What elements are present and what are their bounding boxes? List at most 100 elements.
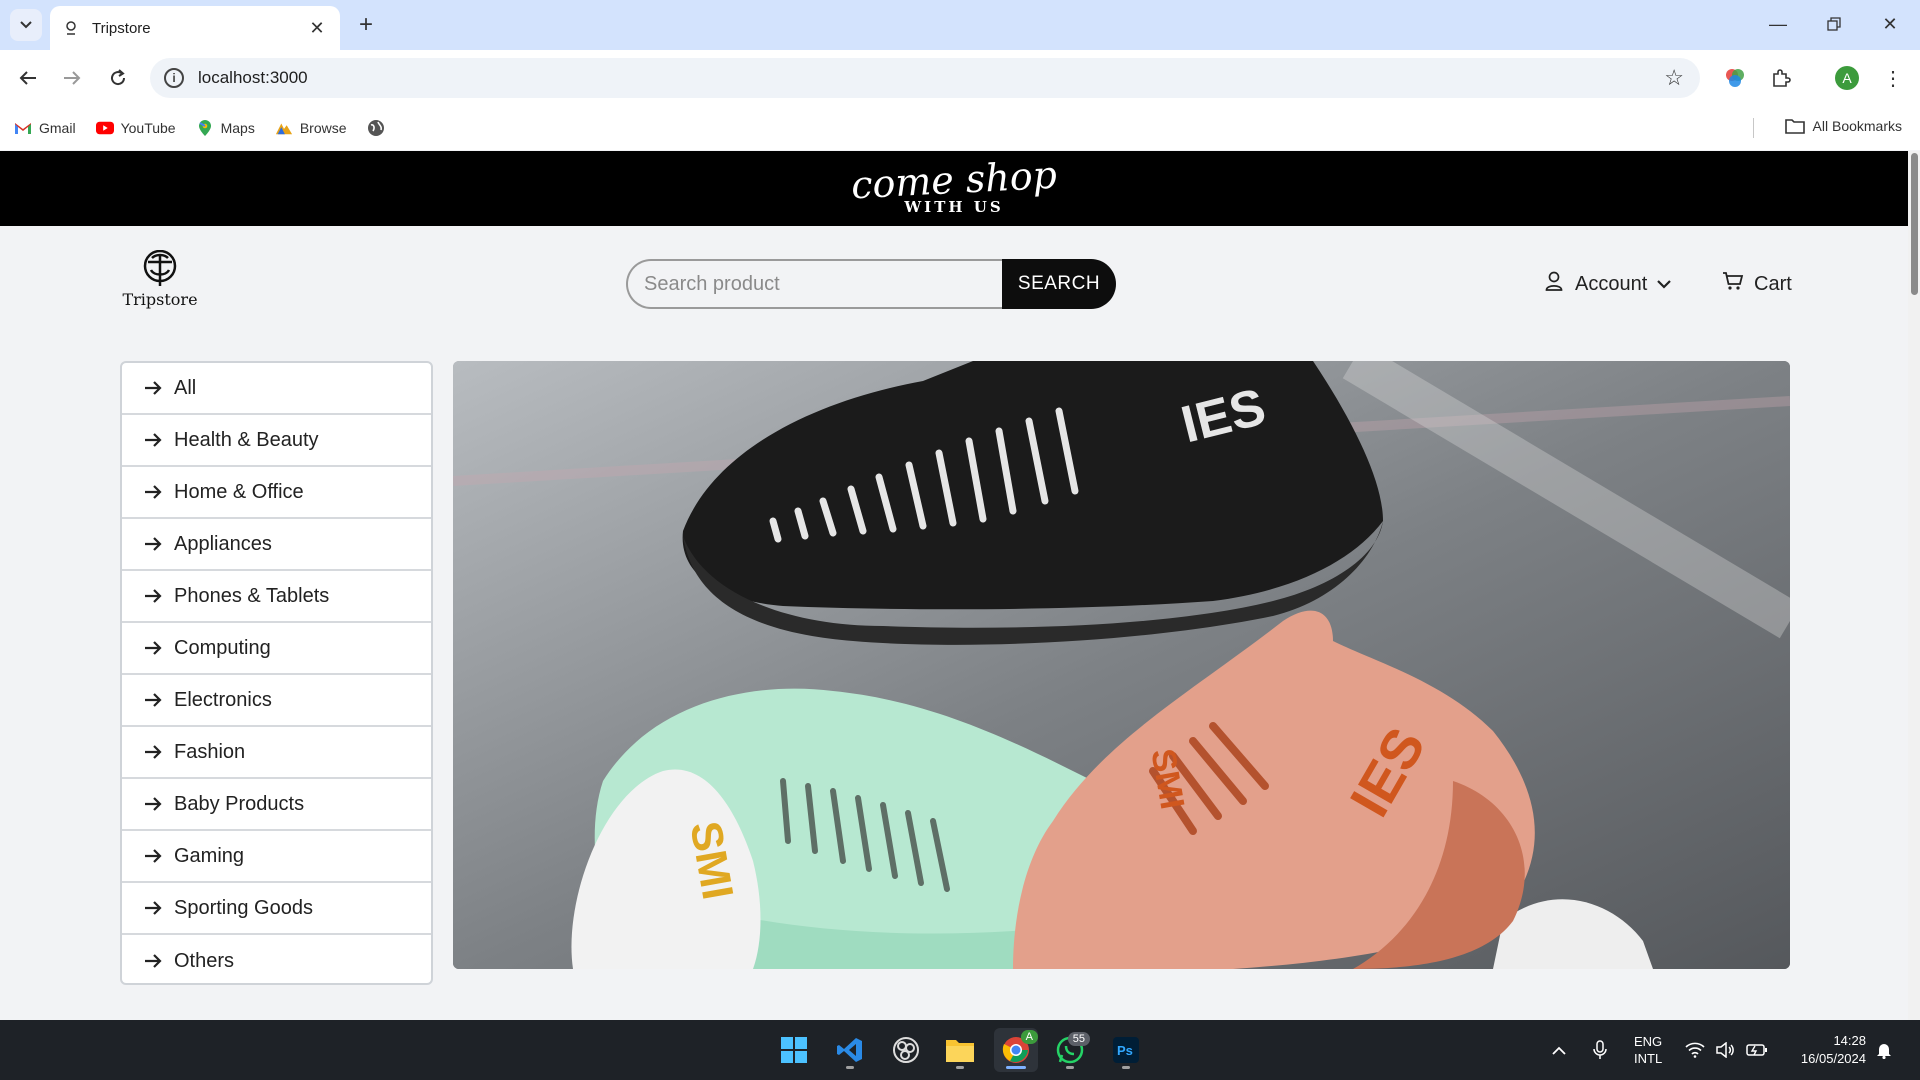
tripstore-favicon-icon bbox=[62, 19, 80, 37]
arrow-right-icon bbox=[144, 641, 164, 655]
bookmark-label: Gmail bbox=[39, 120, 76, 136]
wifi-icon bbox=[1685, 1042, 1705, 1058]
category-item-fashion[interactable]: Fashion bbox=[122, 727, 431, 779]
tab-search-button[interactable] bbox=[10, 9, 42, 41]
minimize-button[interactable]: — bbox=[1758, 8, 1798, 40]
search-button[interactable]: SEARCH bbox=[1002, 259, 1116, 309]
category-item-others[interactable]: Others bbox=[122, 935, 431, 983]
category-item-sporting-goods[interactable]: Sporting Goods bbox=[122, 883, 431, 935]
category-item-electronics[interactable]: Electronics bbox=[122, 675, 431, 727]
taskbar-vscode[interactable] bbox=[828, 1028, 872, 1072]
start-button[interactable] bbox=[772, 1028, 816, 1072]
category-label: Computing bbox=[174, 636, 271, 659]
svg-text:Ps: Ps bbox=[1117, 1043, 1133, 1058]
photoshop-icon: Ps bbox=[1113, 1037, 1139, 1063]
restore-button[interactable] bbox=[1814, 8, 1854, 40]
arrow-right-icon bbox=[144, 485, 164, 499]
kebab-menu-icon[interactable]: ⋮ bbox=[1878, 63, 1908, 93]
hero-banner[interactable]: IES SMI IES SMI bbox=[453, 361, 1790, 969]
language-indicator[interactable]: ENG INTL bbox=[1634, 1020, 1662, 1080]
new-tab-button[interactable]: + bbox=[352, 11, 380, 39]
arrow-right-icon bbox=[144, 901, 164, 915]
clock-date: 16/05/2024 bbox=[1800, 1051, 1866, 1066]
category-item-gaming[interactable]: Gaming bbox=[122, 831, 431, 883]
network-status[interactable] bbox=[1685, 1020, 1705, 1080]
bookmarks-divider bbox=[1753, 118, 1754, 138]
whatsapp-unread-badge: 55 bbox=[1067, 1032, 1090, 1046]
profile-button[interactable]: A bbox=[1832, 63, 1862, 93]
notification-bell-icon[interactable] bbox=[1876, 1020, 1892, 1080]
battery-icon bbox=[1746, 1044, 1767, 1056]
category-label: Gaming bbox=[174, 844, 245, 867]
category-item-appliances[interactable]: Appliances bbox=[122, 519, 431, 571]
scrollbar-thumb[interactable] bbox=[1911, 153, 1918, 295]
chrome-profile-badge: A bbox=[1020, 1030, 1038, 1044]
obs-icon bbox=[893, 1037, 919, 1063]
battery-status[interactable] bbox=[1746, 1020, 1768, 1080]
browser-tab-bar: Tripstore ✕ + — ✕ bbox=[0, 0, 1920, 50]
reload-button[interactable] bbox=[102, 62, 134, 94]
tray-overflow-chevron-icon[interactable] bbox=[1552, 1020, 1566, 1080]
site-info-icon[interactable]: i bbox=[164, 68, 184, 88]
category-label: Others bbox=[174, 949, 235, 972]
back-button[interactable] bbox=[12, 62, 44, 94]
user-icon bbox=[1545, 271, 1563, 297]
address-bar[interactable]: i localhost:3000 ☆ bbox=[150, 58, 1700, 98]
volume-status[interactable] bbox=[1716, 1020, 1736, 1080]
arrow-right-icon bbox=[144, 693, 164, 707]
account-menu[interactable]: Account bbox=[1545, 270, 1672, 298]
running-indicator bbox=[956, 1066, 964, 1069]
taskbar-photoshop[interactable]: Ps bbox=[1104, 1028, 1148, 1072]
bookmark-gmail[interactable]: Gmail bbox=[14, 119, 76, 137]
extensions-puzzle-icon[interactable] bbox=[1766, 63, 1796, 93]
page-scrollbar[interactable] bbox=[1908, 151, 1920, 1020]
arrow-right-icon bbox=[144, 954, 164, 968]
close-window-button[interactable]: ✕ bbox=[1870, 8, 1910, 40]
bookmarks-bar: Gmail YouTube Maps Browse All Bookmarks bbox=[0, 106, 1920, 150]
bookmark-label: Browse bbox=[299, 120, 347, 136]
system-clock[interactable]: 14:28 16/05/2024 bbox=[1786, 1020, 1866, 1080]
category-sidebar: All Health & Beauty Home & Office Applia… bbox=[120, 361, 433, 985]
arrow-right-icon bbox=[144, 537, 164, 551]
browser-tab[interactable]: Tripstore ✕ bbox=[50, 6, 340, 50]
all-bookmarks-button[interactable]: All Bookmarks bbox=[1784, 118, 1902, 134]
category-item-computing[interactable]: Computing bbox=[122, 623, 431, 675]
search-input[interactable] bbox=[626, 259, 1002, 309]
category-label: Electronics bbox=[174, 688, 272, 711]
site-logo[interactable]: Tripstore bbox=[122, 250, 198, 314]
bookmark-star-icon[interactable]: ☆ bbox=[1664, 65, 1684, 91]
bookmark-youtube[interactable]: YouTube bbox=[95, 119, 176, 137]
forward-button[interactable] bbox=[56, 62, 88, 94]
category-label: Baby Products bbox=[174, 792, 305, 815]
category-item-baby-products[interactable]: Baby Products bbox=[122, 779, 431, 831]
category-item-all[interactable]: All bbox=[122, 363, 431, 415]
cart-label: Cart bbox=[1754, 272, 1792, 295]
category-item-home-office[interactable]: Home & Office bbox=[122, 467, 431, 519]
active-indicator bbox=[1006, 1066, 1026, 1069]
category-item-health-beauty[interactable]: Health & Beauty bbox=[122, 415, 431, 467]
promo-script-text: come shop bbox=[850, 152, 1058, 207]
bookmark-maps[interactable]: Maps bbox=[196, 119, 255, 137]
taskbar-whatsapp[interactable]: 55 bbox=[1048, 1028, 1092, 1072]
category-item-phones-tablets[interactable]: Phones & Tablets bbox=[122, 571, 431, 623]
taskbar-obs[interactable] bbox=[884, 1028, 928, 1072]
microphone-icon[interactable] bbox=[1593, 1020, 1607, 1080]
taskbar-file-explorer[interactable] bbox=[938, 1028, 982, 1072]
taskbar-chrome[interactable]: A bbox=[994, 1028, 1038, 1072]
bookmark-label: Maps bbox=[220, 120, 255, 136]
bookmark-browse[interactable]: Browse bbox=[275, 119, 347, 137]
hero-sneakers-image: IES SMI IES SMI bbox=[453, 361, 1790, 969]
cart-link[interactable]: Cart bbox=[1722, 270, 1792, 298]
category-label: Fashion bbox=[174, 740, 246, 763]
close-tab-icon[interactable]: ✕ bbox=[306, 17, 328, 39]
arrow-right-icon bbox=[144, 797, 164, 811]
arrow-left-icon bbox=[19, 71, 36, 85]
category-label: Home & Office bbox=[174, 480, 304, 503]
bookmark-globe[interactable] bbox=[367, 119, 392, 137]
address-url: localhost:3000 bbox=[198, 68, 308, 87]
all-bookmarks-label: All Bookmarks bbox=[1812, 118, 1902, 134]
browser-toolbar: i localhost:3000 ☆ A ⋮ bbox=[0, 50, 1920, 106]
arrow-right-icon bbox=[144, 589, 164, 603]
color-extension-icon[interactable] bbox=[1720, 63, 1750, 93]
os-taskbar: A 55 Ps ENG INTL 14:28 16/05/2024 bbox=[0, 1020, 1920, 1080]
